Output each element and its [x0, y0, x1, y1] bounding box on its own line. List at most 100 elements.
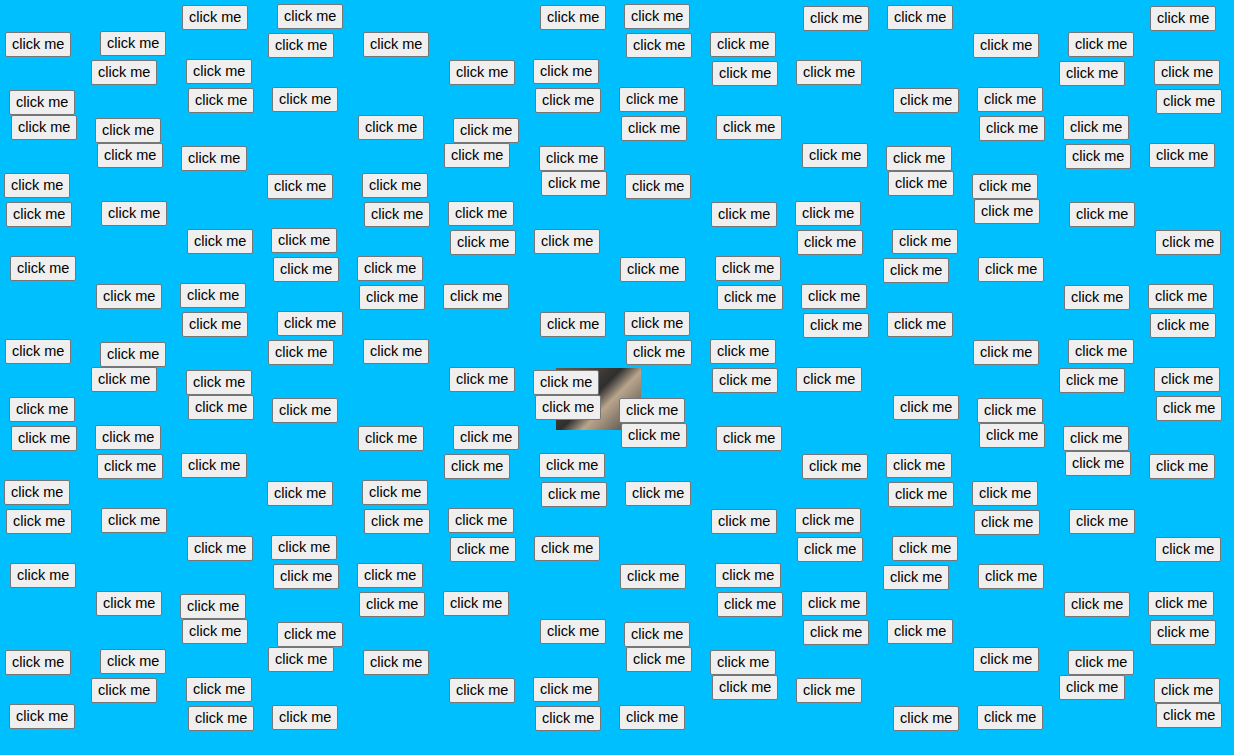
click-me-button[interactable]: click me	[182, 619, 248, 644]
click-me-button[interactable]: click me	[277, 4, 343, 29]
click-me-button[interactable]: click me	[101, 508, 167, 533]
click-me-button[interactable]: click me	[535, 88, 601, 113]
click-me-button[interactable]: click me	[186, 370, 252, 395]
click-me-button[interactable]: click me	[887, 312, 953, 337]
click-me-button[interactable]: click me	[181, 453, 247, 478]
click-me-button[interactable]: click me	[1059, 675, 1125, 700]
click-me-button[interactable]: click me	[795, 201, 861, 226]
click-me-button[interactable]: click me	[100, 342, 166, 367]
click-me-button[interactable]: click me	[801, 284, 867, 309]
click-me-button[interactable]: click me	[886, 453, 952, 478]
click-me-button[interactable]: click me	[541, 482, 607, 507]
click-me-button[interactable]: click me	[95, 425, 161, 450]
click-me-button[interactable]: click me	[535, 395, 601, 420]
click-me-button[interactable]: click me	[188, 395, 254, 420]
click-me-button[interactable]: click me	[803, 313, 869, 338]
click-me-button[interactable]: click me	[802, 454, 868, 479]
click-me-button[interactable]: click me	[619, 398, 685, 423]
click-me-button[interactable]: click me	[187, 229, 253, 254]
click-me-button[interactable]: click me	[273, 257, 339, 282]
click-me-button[interactable]: click me	[715, 256, 781, 281]
click-me-button[interactable]: click me	[358, 115, 424, 140]
click-me-button[interactable]: click me	[4, 173, 70, 198]
click-me-button[interactable]: click me	[363, 32, 429, 57]
click-me-button[interactable]: click me	[97, 143, 163, 168]
click-me-button[interactable]: click me	[625, 174, 691, 199]
click-me-button[interactable]: click me	[9, 90, 75, 115]
click-me-button[interactable]: click me	[272, 398, 338, 423]
click-me-button[interactable]: click me	[973, 647, 1039, 672]
click-me-button[interactable]: click me	[11, 115, 77, 140]
click-me-button[interactable]: click me	[802, 143, 868, 168]
click-me-button[interactable]: click me	[712, 61, 778, 86]
click-me-button[interactable]: click me	[619, 705, 685, 730]
click-me-button[interactable]: click me	[271, 228, 337, 253]
click-me-button[interactable]: click me	[1069, 202, 1135, 227]
click-me-button[interactable]: click me	[974, 510, 1040, 535]
click-me-button[interactable]: click me	[797, 230, 863, 255]
click-me-button[interactable]: click me	[797, 537, 863, 562]
click-me-button[interactable]: click me	[892, 229, 958, 254]
click-me-button[interactable]: click me	[96, 591, 162, 616]
click-me-button[interactable]: click me	[796, 60, 862, 85]
click-me-button[interactable]: click me	[626, 647, 692, 672]
click-me-button[interactable]: click me	[182, 312, 248, 337]
click-me-button[interactable]: click me	[277, 622, 343, 647]
click-me-button[interactable]: click me	[5, 32, 71, 57]
click-me-button[interactable]: click me	[888, 482, 954, 507]
click-me-button[interactable]: click me	[449, 367, 515, 392]
click-me-button[interactable]: click me	[443, 591, 509, 616]
click-me-button[interactable]: click me	[1148, 591, 1214, 616]
click-me-button[interactable]: click me	[364, 202, 430, 227]
click-me-button[interactable]: click me	[449, 678, 515, 703]
click-me-button[interactable]: click me	[626, 340, 692, 365]
click-me-button[interactable]: click me	[453, 425, 519, 450]
click-me-button[interactable]: click me	[100, 31, 166, 56]
click-me-button[interactable]: click me	[712, 675, 778, 700]
click-me-button[interactable]: click me	[533, 677, 599, 702]
click-me-button[interactable]: click me	[1059, 368, 1125, 393]
click-me-button[interactable]: click me	[625, 481, 691, 506]
click-me-button[interactable]: click me	[624, 622, 690, 647]
click-me-button[interactable]: click me	[91, 367, 157, 392]
click-me-button[interactable]: click me	[710, 32, 776, 57]
click-me-button[interactable]: click me	[979, 423, 1045, 448]
click-me-button[interactable]: click me	[1154, 678, 1220, 703]
click-me-button[interactable]: click me	[180, 283, 246, 308]
click-me-button[interactable]: click me	[973, 33, 1039, 58]
click-me-button[interactable]: click me	[717, 285, 783, 310]
click-me-button[interactable]: click me	[444, 454, 510, 479]
click-me-button[interactable]: click me	[974, 199, 1040, 224]
click-me-button[interactable]: click me	[1155, 230, 1221, 255]
click-me-button[interactable]: click me	[181, 146, 247, 171]
click-me-button[interactable]: click me	[186, 677, 252, 702]
click-me-button[interactable]: click me	[1069, 509, 1135, 534]
click-me-button[interactable]: click me	[883, 258, 949, 283]
click-me-button[interactable]: click me	[973, 340, 1039, 365]
click-me-button[interactable]: click me	[796, 367, 862, 392]
click-me-button[interactable]: click me	[977, 87, 1043, 112]
click-me-button[interactable]: click me	[541, 171, 607, 196]
click-me-button[interactable]: click me	[180, 594, 246, 619]
click-me-button[interactable]: click me	[358, 426, 424, 451]
click-me-button[interactable]: click me	[716, 426, 782, 451]
click-me-button[interactable]: click me	[277, 311, 343, 336]
click-me-button[interactable]: click me	[1148, 284, 1214, 309]
click-me-button[interactable]: click me	[357, 563, 423, 588]
click-me-button[interactable]: click me	[357, 256, 423, 281]
click-me-button[interactable]: click me	[363, 339, 429, 364]
click-me-button[interactable]: click me	[186, 59, 252, 84]
click-me-button[interactable]: click me	[712, 368, 778, 393]
click-me-button[interactable]: click me	[893, 88, 959, 113]
click-me-button[interactable]: click me	[273, 564, 339, 589]
click-me-button[interactable]: click me	[1155, 537, 1221, 562]
click-me-button[interactable]: click me	[10, 256, 76, 281]
click-me-button[interactable]: click me	[11, 426, 77, 451]
click-me-button[interactable]: click me	[796, 678, 862, 703]
click-me-button[interactable]: click me	[6, 509, 72, 534]
click-me-button[interactable]: click me	[5, 339, 71, 364]
click-me-button[interactable]: click me	[715, 563, 781, 588]
click-me-button[interactable]: click me	[624, 311, 690, 336]
click-me-button[interactable]: click me	[540, 5, 606, 30]
click-me-button[interactable]: click me	[10, 563, 76, 588]
